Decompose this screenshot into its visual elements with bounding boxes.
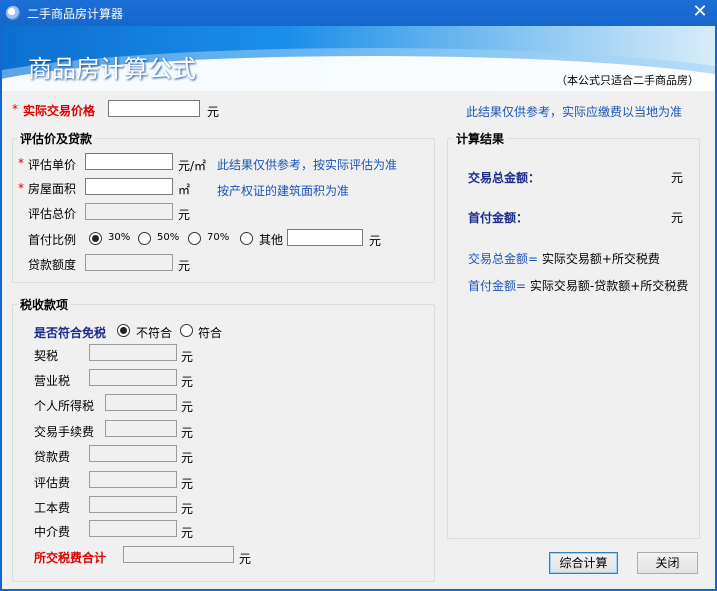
assessment-group-title: 评估价及贷款 bbox=[17, 130, 96, 147]
result-group-title: 计算结果 bbox=[453, 130, 508, 147]
total-tax-label: 所交税费合计 bbox=[34, 551, 107, 565]
exempt-radio[interactable] bbox=[180, 324, 193, 337]
formula-total: 交易总金额= 实际交易额+所交税费 bbox=[468, 250, 660, 267]
loan-fee-unit: 元 bbox=[181, 451, 194, 465]
assessment-fee-label: 评估费 bbox=[34, 476, 71, 490]
business-tax-unit: 元 bbox=[181, 375, 194, 389]
actual-price-label: 实际交易价格 bbox=[23, 104, 96, 118]
ratio-other-unit: 元 bbox=[369, 234, 382, 248]
income-tax-label: 个人所得税 bbox=[34, 399, 95, 413]
ratio-70-label: 70% bbox=[207, 232, 230, 243]
loan-amount-label: 贷款额度 bbox=[28, 258, 77, 272]
deed-tax-label: 契税 bbox=[34, 349, 59, 363]
business-tax-label: 营业税 bbox=[34, 374, 71, 388]
business-tax-field bbox=[89, 369, 177, 386]
calculate-button[interactable]: 综合计算 bbox=[549, 552, 618, 574]
agency-fee-field bbox=[89, 520, 177, 537]
agency-fee-unit: 元 bbox=[181, 526, 194, 540]
area-input[interactable] bbox=[85, 178, 173, 195]
down-payment-ratio-label: 首付比例 bbox=[28, 233, 77, 247]
transaction-fee-field bbox=[105, 420, 177, 437]
transaction-fee-unit: 元 bbox=[181, 426, 194, 440]
ratio-30-radio[interactable] bbox=[89, 232, 102, 245]
area-unit: ㎡ bbox=[178, 183, 191, 197]
required-star: * bbox=[18, 156, 24, 170]
certificate-fee-label: 工本费 bbox=[34, 501, 71, 515]
total-assessment-unit: 元 bbox=[178, 208, 191, 222]
banner-title: 商品房计算公式 bbox=[28, 55, 196, 83]
loan-fee-label: 贷款费 bbox=[34, 450, 71, 464]
result-group bbox=[447, 138, 700, 539]
formula-down: 首付金额= 实际交易额-贷款额+所交税费 bbox=[468, 277, 688, 294]
ratio-other-radio[interactable] bbox=[240, 232, 253, 245]
not-exempt-label: 不符合 bbox=[136, 326, 173, 340]
close-window-button[interactable]: ✕ bbox=[686, 2, 714, 24]
required-star: * bbox=[18, 181, 24, 195]
income-tax-unit: 元 bbox=[181, 400, 194, 414]
down-payment-unit: 元 bbox=[671, 211, 684, 225]
formula-total-value: 实际交易额+所交税费 bbox=[538, 252, 660, 266]
ratio-50-label: 50% bbox=[157, 232, 180, 243]
app-icon bbox=[6, 6, 20, 20]
total-assessment-field bbox=[85, 203, 173, 220]
ratio-50-radio[interactable] bbox=[138, 232, 151, 245]
area-label: 房屋面积 bbox=[28, 182, 77, 196]
transaction-fee-label: 交易手续费 bbox=[34, 425, 95, 439]
income-tax-field bbox=[105, 394, 177, 411]
tax-group bbox=[12, 304, 435, 582]
close-button[interactable]: 关闭 bbox=[637, 552, 698, 574]
unit-price-note: 此结果仅供参考，按实际评估为准 bbox=[217, 158, 398, 172]
tax-exempt-label: 是否符合免税 bbox=[34, 326, 107, 340]
window-title: 二手商品房计算器 bbox=[27, 7, 124, 21]
required-star: * bbox=[12, 102, 18, 116]
title-bar: 二手商品房计算器 ✕ bbox=[0, 0, 717, 26]
loan-fee-field bbox=[89, 445, 177, 462]
total-amount-unit: 元 bbox=[671, 171, 684, 185]
assessment-fee-field bbox=[89, 471, 177, 488]
total-tax-field bbox=[123, 546, 234, 563]
loan-amount-field bbox=[85, 254, 173, 271]
total-assessment-label: 评估总价 bbox=[28, 207, 77, 221]
assessment-fee-unit: 元 bbox=[181, 477, 194, 491]
banner-note: （本公式只适合二手商品房） bbox=[556, 74, 699, 87]
ratio-30-label: 30% bbox=[108, 232, 131, 243]
formula-down-value: 实际交易额-贷款额+所交税费 bbox=[526, 279, 689, 293]
not-exempt-radio[interactable] bbox=[117, 324, 130, 337]
certificate-fee-field bbox=[89, 496, 177, 513]
ratio-other-input[interactable] bbox=[287, 229, 363, 246]
disclaimer-note: 此结果仅供参考，实际应缴费以当地为准 bbox=[466, 105, 683, 119]
deed-tax-unit: 元 bbox=[181, 350, 194, 364]
actual-price-input[interactable] bbox=[108, 100, 200, 117]
ratio-other-label: 其他 bbox=[259, 233, 284, 247]
down-payment-label: 首付金额： bbox=[468, 211, 529, 225]
certificate-fee-unit: 元 bbox=[181, 502, 194, 516]
unit-price-label: 评估单价 bbox=[28, 158, 77, 172]
tax-group-title: 税收款项 bbox=[17, 296, 72, 313]
actual-price-unit: 元 bbox=[207, 105, 220, 119]
unit-price-input[interactable] bbox=[85, 153, 173, 170]
total-amount-label: 交易总金额： bbox=[468, 171, 541, 185]
loan-amount-unit: 元 bbox=[178, 259, 191, 273]
agency-fee-label: 中介费 bbox=[34, 525, 71, 539]
formula-total-key: 交易总金额= bbox=[468, 252, 539, 266]
area-note: 按产权证的建筑面积为准 bbox=[217, 184, 350, 198]
ratio-70-radio[interactable] bbox=[188, 232, 201, 245]
total-tax-unit: 元 bbox=[239, 552, 252, 566]
unit-price-unit: 元/㎡ bbox=[178, 159, 207, 173]
deed-tax-field bbox=[89, 344, 177, 361]
exempt-label: 符合 bbox=[198, 326, 223, 340]
formula-down-key: 首付金额= bbox=[468, 279, 527, 293]
